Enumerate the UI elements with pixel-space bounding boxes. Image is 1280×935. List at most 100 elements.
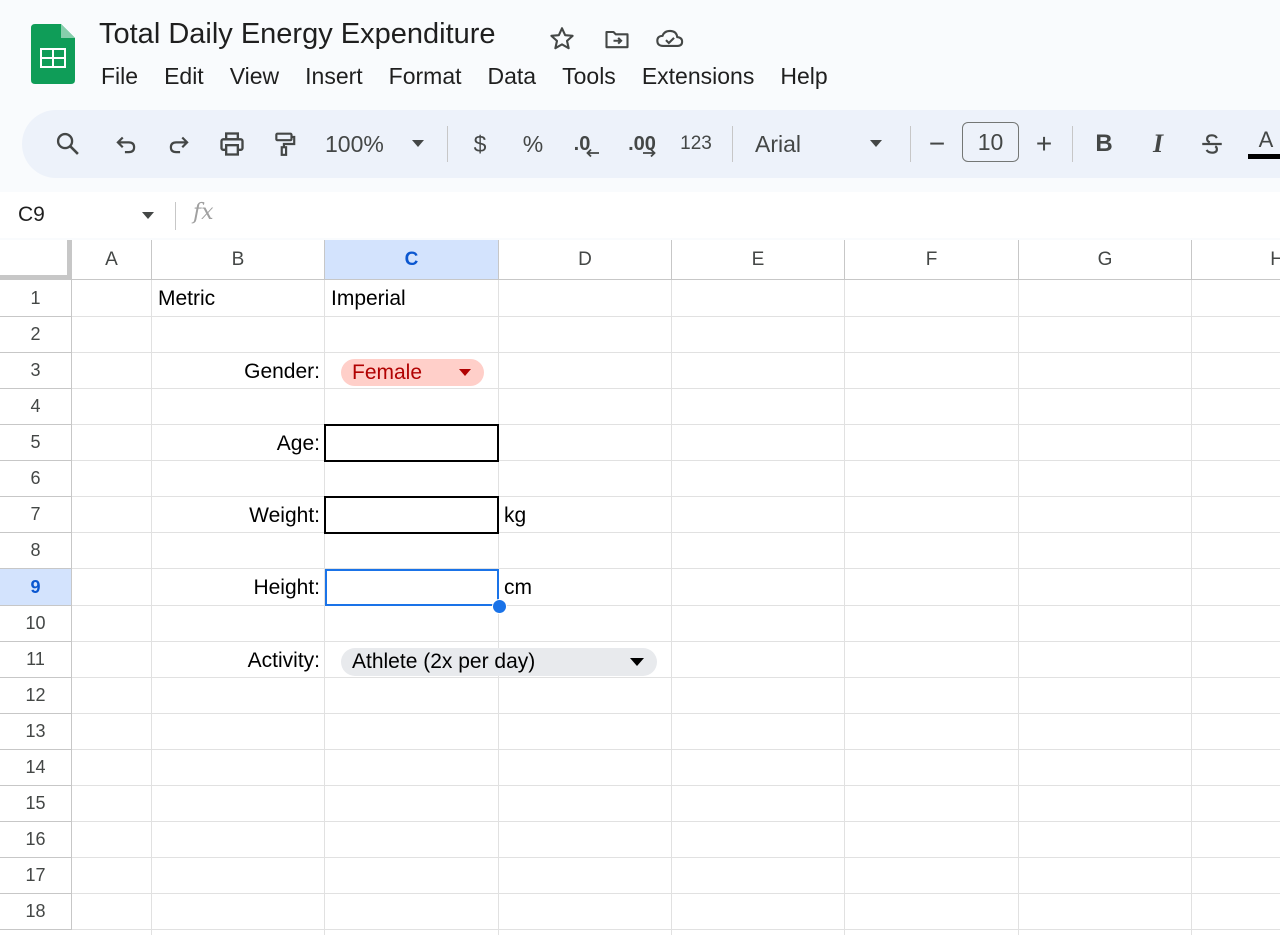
row-header-10[interactable]: 10 — [0, 606, 72, 642]
fill-handle[interactable] — [492, 599, 507, 614]
percent-format-button[interactable]: % — [515, 110, 551, 178]
row-header-11[interactable]: 11 — [0, 642, 72, 678]
menu-extensions[interactable]: Extensions — [629, 60, 768, 92]
move-to-folder-icon[interactable] — [602, 24, 632, 54]
menu-file[interactable]: File — [88, 60, 151, 92]
column-header-d[interactable]: D — [499, 240, 672, 280]
currency-label: $ — [473, 130, 487, 157]
cell-c1[interactable]: Imperial — [331, 281, 406, 317]
print-icon[interactable] — [212, 110, 252, 178]
row-header-13[interactable]: 13 — [0, 714, 72, 750]
spreadsheet-grid[interactable]: A B C D E F G H 1 2 3 4 5 6 7 8 9 10 11 … — [0, 240, 1280, 935]
row-header-15[interactable]: 15 — [0, 786, 72, 822]
grid-line — [72, 785, 1280, 786]
menu-edit[interactable]: Edit — [151, 60, 217, 92]
increase-decimal-button[interactable]: .00 — [618, 110, 666, 178]
grid-line — [72, 352, 1280, 353]
gender-dropdown-value: Female — [352, 361, 423, 384]
italic-button[interactable]: I — [1139, 110, 1177, 178]
row-header-16[interactable]: 16 — [0, 822, 72, 858]
menu-tools[interactable]: Tools — [549, 60, 629, 92]
arrow-right-icon — [642, 148, 656, 158]
row-header-2[interactable]: 2 — [0, 317, 72, 353]
zoom-select[interactable]: 100% — [318, 110, 430, 178]
select-all-corner[interactable] — [0, 240, 72, 280]
column-header-b[interactable]: B — [152, 240, 325, 280]
strikethrough-button[interactable] — [1192, 110, 1232, 178]
age-input-cell[interactable] — [324, 424, 499, 462]
chevron-down-icon — [412, 140, 424, 147]
name-box[interactable]: C9 — [18, 192, 45, 238]
row-header-9[interactable]: 9 — [0, 569, 72, 606]
search-menus-icon[interactable] — [46, 110, 90, 178]
row-header-7[interactable]: 7 — [0, 497, 72, 533]
formula-bar-divider — [175, 202, 176, 230]
cloud-status-icon[interactable] — [655, 24, 685, 54]
text-color-button[interactable]: A — [1246, 110, 1280, 178]
number-format-label: 123 — [680, 133, 712, 154]
cell-b7[interactable]: Weight: — [152, 498, 320, 534]
row-header-3[interactable]: 3 — [0, 353, 72, 389]
grid-line — [72, 893, 1280, 894]
formula-bar: C9 fx — [0, 192, 1280, 238]
document-title[interactable]: Total Daily Energy Expenditure — [99, 18, 496, 51]
height-input-cell-selected[interactable] — [325, 569, 499, 606]
menu-help[interactable]: Help — [767, 60, 840, 92]
grid-line — [72, 929, 1280, 930]
fx-icon: fx — [193, 200, 214, 225]
row-header-14[interactable]: 14 — [0, 750, 72, 786]
star-icon[interactable] — [547, 24, 577, 54]
font-size-input[interactable]: 10 — [962, 122, 1019, 162]
zoom-value: 100% — [325, 130, 384, 157]
grid-line — [72, 641, 1280, 642]
grid-line — [844, 280, 845, 935]
row-header-8[interactable]: 8 — [0, 533, 72, 569]
column-header-g[interactable]: G — [1019, 240, 1192, 280]
arrow-left-icon — [586, 148, 600, 158]
undo-icon[interactable] — [106, 110, 146, 178]
number-format-button[interactable]: 123 — [674, 110, 718, 178]
row-header-5[interactable]: 5 — [0, 425, 72, 461]
currency-format-button[interactable]: $ — [462, 110, 498, 178]
sheets-logo-icon[interactable] — [31, 24, 75, 84]
menu-format[interactable]: Format — [376, 60, 475, 92]
column-header-a[interactable]: A — [72, 240, 152, 280]
chevron-down-icon[interactable] — [138, 205, 158, 225]
cell-b11[interactable]: Activity: — [152, 643, 320, 679]
decrease-font-size-button[interactable]: − — [920, 110, 954, 178]
cell-b1[interactable]: Metric — [158, 281, 215, 317]
bold-icon: B — [1095, 130, 1113, 157]
redo-icon[interactable] — [159, 110, 199, 178]
minus-icon: − — [928, 128, 946, 159]
cell-b5[interactable]: Age: — [152, 426, 320, 462]
row-header-6[interactable]: 6 — [0, 461, 72, 497]
grid-line — [72, 496, 1280, 497]
menu-insert[interactable]: Insert — [292, 60, 376, 92]
menu-view[interactable]: View — [217, 60, 292, 92]
bold-button[interactable]: B — [1085, 110, 1123, 178]
cell-b9[interactable]: Height: — [152, 570, 320, 606]
row-header-18[interactable]: 18 — [0, 894, 72, 930]
menu-data[interactable]: Data — [475, 60, 550, 92]
row-header-4[interactable]: 4 — [0, 389, 72, 425]
cell-d7[interactable]: kg — [504, 498, 526, 534]
column-header-c[interactable]: C — [325, 240, 499, 280]
column-header-f[interactable]: F — [845, 240, 1019, 280]
decrease-decimal-button[interactable]: .0 — [565, 110, 609, 178]
column-header-h[interactable]: H — [1192, 240, 1280, 280]
row-header-12[interactable]: 12 — [0, 678, 72, 714]
formula-input[interactable] — [230, 192, 1280, 238]
row-header-1[interactable]: 1 — [0, 280, 72, 317]
font-select[interactable]: Arial — [750, 110, 890, 178]
column-header-e[interactable]: E — [672, 240, 845, 280]
cell-b3[interactable]: Gender: — [152, 354, 320, 390]
increase-font-size-button[interactable]: + — [1026, 110, 1062, 178]
dropdown-arrow-icon — [630, 658, 644, 666]
row-header-17[interactable]: 17 — [0, 858, 72, 894]
grid-line — [72, 821, 1280, 822]
weight-input-cell[interactable] — [324, 496, 499, 534]
gender-dropdown[interactable]: Female — [341, 359, 484, 386]
cell-d9[interactable]: cm — [504, 570, 532, 606]
paint-format-icon[interactable] — [265, 110, 305, 178]
activity-dropdown[interactable]: Athlete (2x per day) — [341, 648, 657, 676]
